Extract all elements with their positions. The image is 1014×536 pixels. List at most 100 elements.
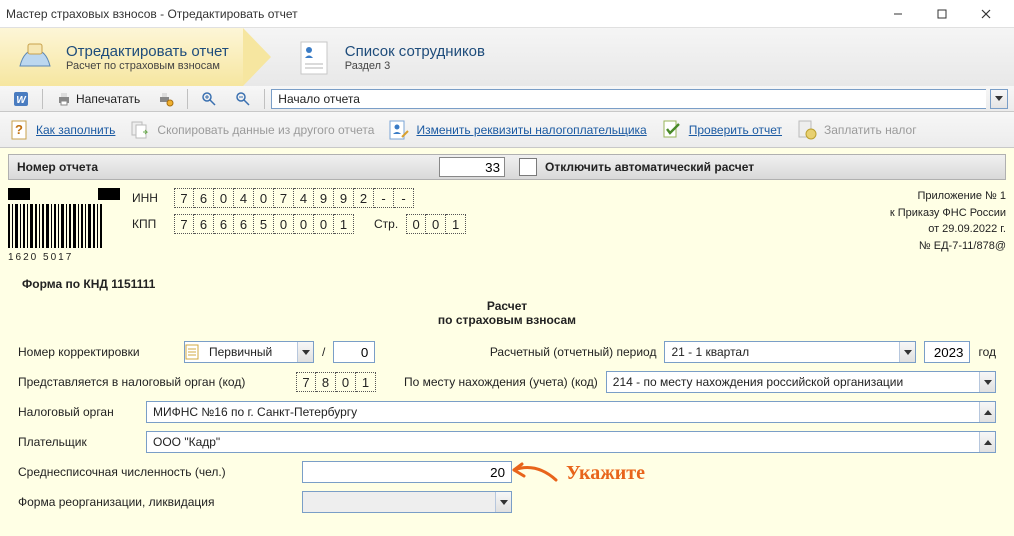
- minimize-button[interactable]: [876, 3, 920, 25]
- wizard-step-edit-title: Отредактировать отчет: [66, 43, 229, 60]
- barcode-icon: [8, 204, 104, 248]
- chevron-down-icon: [904, 350, 912, 355]
- inn-cells[interactable]: 76 04 07 49 92 --: [174, 188, 414, 208]
- zoom-out-button[interactable]: [228, 88, 258, 110]
- reorg-label: Форма реорганизации, ликвидация: [18, 495, 294, 509]
- toolbar-separator: [187, 89, 188, 109]
- headcount-label: Среднесписочная численность (чел.): [18, 465, 294, 479]
- zoom-out-icon: [235, 91, 251, 107]
- printer-gear-icon: [158, 91, 174, 107]
- window-title: Мастер страховых взносов - Отредактирова…: [6, 7, 876, 21]
- chevron-down-icon: [984, 380, 992, 385]
- how-to-fill-button[interactable]: ? Как заполнить: [6, 117, 119, 143]
- taxpayer-ids: ИНН 76 04 07 49 92 -- КПП 76 66 50 00 1: [126, 188, 826, 263]
- toolbar-separator: [264, 89, 265, 109]
- payer-label: Плательщик: [18, 435, 138, 449]
- arrow-icon: [508, 460, 558, 486]
- page-label: Стр.: [374, 217, 398, 231]
- tax-org-label: Налоговый орган: [18, 405, 138, 419]
- titlebar: Мастер страховых взносов - Отредактирова…: [0, 0, 1014, 28]
- wizard-step-employees[interactable]: Список сотрудников Раздел 3: [243, 28, 499, 86]
- check-report-label: Проверить отчет: [689, 123, 782, 137]
- correction-type-combo[interactable]: Первичный: [184, 341, 314, 363]
- maximize-button[interactable]: [920, 3, 964, 25]
- chevron-down-icon: [302, 350, 310, 355]
- wizard-step-edit[interactable]: Отредактировать отчет Расчет по страховы…: [0, 28, 243, 86]
- how-to-fill-label: Как заполнить: [36, 123, 115, 137]
- wizard-step-employees-title: Список сотрудников: [345, 43, 485, 60]
- tax-code-label: Представляется в налоговый орган (код): [18, 375, 288, 389]
- edit-report-icon: [14, 36, 56, 78]
- toolbar-separator: [42, 89, 43, 109]
- chevron-down-icon: [995, 96, 1003, 101]
- correction-label: Номер корректировки: [18, 345, 176, 359]
- change-requisites-label: Изменить реквизиты налогоплательщика: [416, 123, 646, 137]
- year-label: год: [978, 345, 996, 359]
- print-button[interactable]: Напечатать: [49, 88, 147, 110]
- window-controls: [876, 3, 1008, 25]
- close-button[interactable]: [964, 3, 1008, 25]
- change-requisites-button[interactable]: Изменить реквизиты налогоплательщика: [384, 117, 650, 143]
- disable-auto-checkbox[interactable]: [519, 158, 537, 176]
- document-title: Расчет по страховым взносам: [8, 299, 1006, 327]
- pay-icon: [796, 119, 818, 141]
- period-combo[interactable]: 21 - 1 квартал: [664, 341, 916, 363]
- payer-combo[interactable]: ООО "Кадр": [146, 431, 996, 453]
- copy-data-label: Скопировать данные из другого отчета: [157, 123, 374, 137]
- document-area: Номер отчета Отключить автоматический ра…: [0, 148, 1014, 536]
- period-label: Расчетный (отчетный) период: [490, 345, 657, 359]
- pay-tax-label: Заплатить налог: [824, 123, 917, 137]
- document-header: 1620 5017 ИНН 76 04 07 49 92 -- КПП 76 6…: [8, 188, 1006, 263]
- tax-org-combo[interactable]: МИФНС №16 по г. Санкт-Петербургу: [146, 401, 996, 423]
- report-number-label: Номер отчета: [9, 160, 439, 174]
- correction-type-text: Первичный: [203, 345, 297, 359]
- tax-code-cells[interactable]: 78 01: [296, 372, 376, 392]
- sheet-check-icon: [661, 119, 683, 141]
- year-input[interactable]: [924, 341, 970, 363]
- place-combo[interactable]: 214 - по месту нахождения российской орг…: [606, 371, 996, 393]
- chevron-up-icon: [984, 410, 992, 415]
- toolbar-secondary: ? Как заполнить Скопировать данные из др…: [0, 112, 1014, 148]
- wizard-steps: Отредактировать отчет Расчет по страховы…: [0, 28, 1014, 86]
- copy-data-button: Скопировать данные из другого отчета: [125, 117, 378, 143]
- wizard-step-employees-text: Список сотрудников Раздел 3: [345, 43, 485, 72]
- tax-org-text: МИФНС №16 по г. Санкт-Петербургу: [147, 405, 979, 419]
- check-report-button[interactable]: Проверить отчет: [657, 117, 786, 143]
- wizard-step-edit-subtitle: Расчет по страховым взносам: [66, 60, 229, 72]
- kpp-cells[interactable]: 76 66 50 00 1: [174, 214, 354, 234]
- wizard-step-edit-text: Отредактировать отчет Расчет по страховы…: [66, 43, 229, 72]
- document-icon: [185, 344, 199, 360]
- knd-code: Форма по КНД 1151111: [22, 277, 1006, 291]
- place-text: 214 - по месту нахождения российской орг…: [607, 375, 979, 389]
- chevron-down-icon: [500, 500, 508, 505]
- section-combo-dropdown-button[interactable]: [990, 89, 1008, 109]
- pay-tax-button: Заплатить налог: [792, 117, 921, 143]
- section-combo-text: Начало отчета: [272, 92, 986, 106]
- word-export-button[interactable]: W: [6, 88, 36, 110]
- report-number-input[interactable]: [439, 157, 505, 177]
- regulatory-info: Приложение № 1 к Приказу ФНС России от 2…: [826, 188, 1006, 263]
- headcount-input[interactable]: [302, 461, 512, 483]
- person-edit-icon: [388, 119, 410, 141]
- zoom-in-icon: [201, 91, 217, 107]
- barcode-block: 1620 5017: [8, 188, 126, 263]
- kpp-label: КПП: [132, 217, 166, 231]
- help-sheet-icon: ?: [10, 119, 30, 141]
- svg-text:?: ?: [15, 122, 23, 137]
- zoom-in-button[interactable]: [194, 88, 224, 110]
- place-label: По месту нахождения (учета) (код): [404, 375, 598, 389]
- employees-icon: [293, 36, 335, 78]
- payer-text: ООО "Кадр": [147, 435, 979, 449]
- printer-icon: [56, 91, 72, 107]
- copy-sheets-icon: [129, 119, 151, 141]
- inn-label: ИНН: [132, 191, 166, 205]
- toolbar-primary: W Напечатать Начало отчета: [0, 86, 1014, 112]
- correction-number-input[interactable]: [333, 341, 375, 363]
- period-text: 21 - 1 квартал: [665, 345, 899, 359]
- chevron-up-icon: [984, 440, 992, 445]
- reorg-combo[interactable]: [302, 491, 512, 513]
- section-combo[interactable]: Начало отчета: [271, 89, 986, 109]
- print-settings-button[interactable]: [151, 88, 181, 110]
- disable-auto-label: Отключить автоматический расчет: [545, 160, 754, 174]
- page-cells: 001: [406, 214, 466, 234]
